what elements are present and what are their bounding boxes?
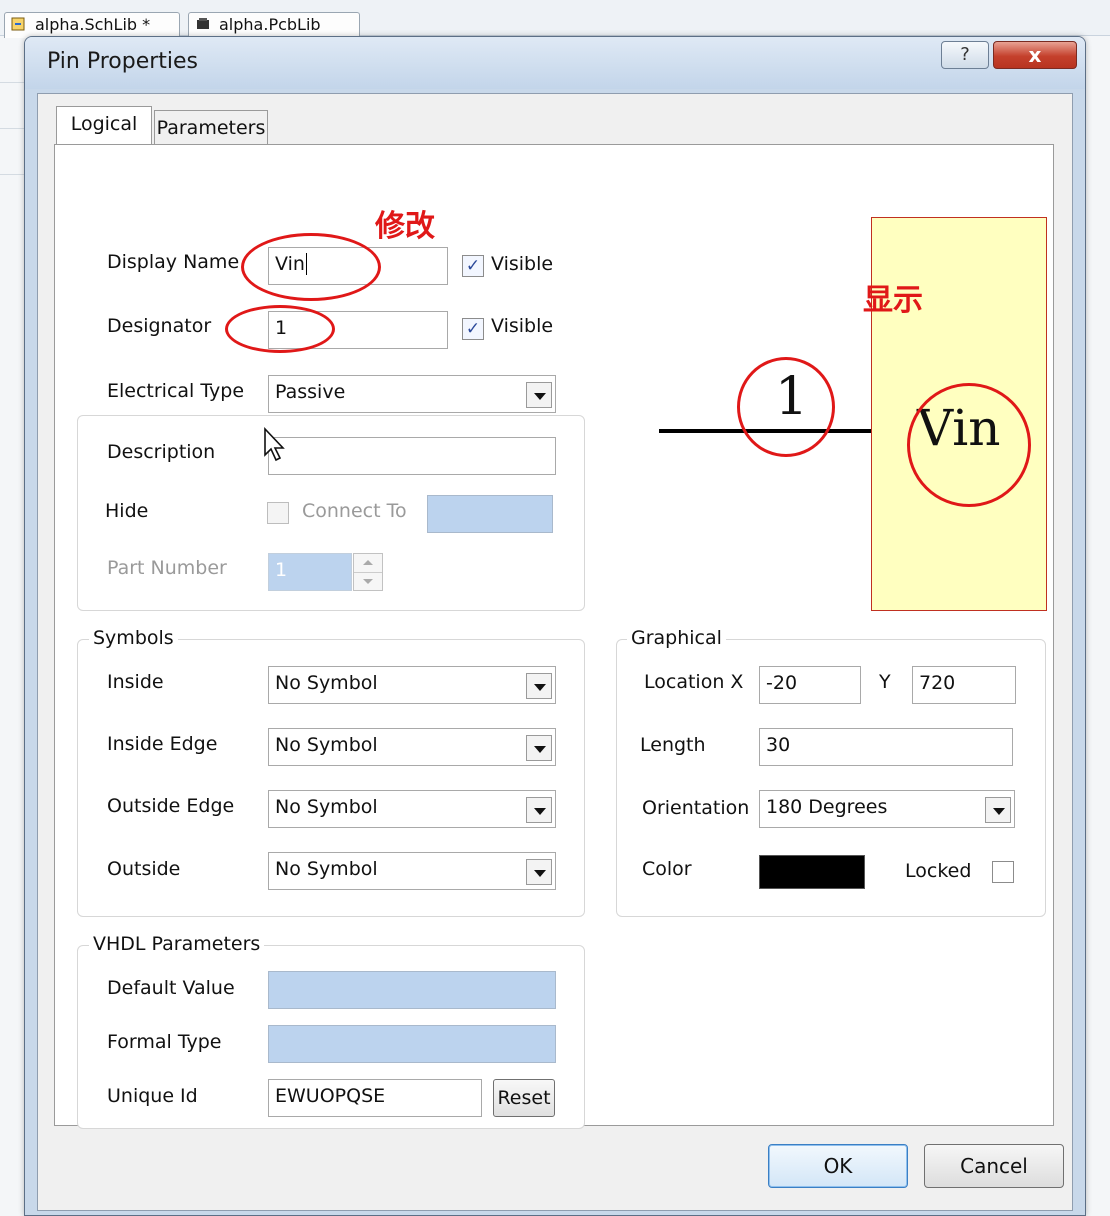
- inside-edge-symbol-select[interactable]: No Symbol: [268, 728, 556, 766]
- help-button[interactable]: ?: [941, 41, 989, 69]
- annotation-ellipse-designator: [225, 305, 335, 353]
- spin-down-icon[interactable]: [363, 579, 373, 584]
- description-label: Description: [107, 441, 216, 463]
- annotation-ellipse-display-name: [241, 233, 381, 301]
- location-y-label: Y: [879, 671, 891, 693]
- document-tab-pcblib[interactable]: alpha.PcbLib: [188, 12, 360, 38]
- document-tab-schlib[interactable]: alpha.SchLib *: [4, 12, 180, 38]
- chevron-down-icon[interactable]: [526, 735, 552, 761]
- outside-label: Outside: [107, 858, 181, 880]
- tab-label: Parameters: [156, 117, 266, 139]
- part-number-label: Part Number: [107, 557, 227, 579]
- inside-label: Inside: [107, 671, 164, 693]
- default-value-input[interactable]: [268, 971, 556, 1009]
- spinner-divider: [354, 572, 382, 573]
- part-number-input[interactable]: 1: [268, 553, 352, 591]
- mouse-pointer-icon: [263, 426, 289, 467]
- reset-button[interactable]: Reset: [493, 1079, 555, 1117]
- color-label: Color: [642, 858, 692, 880]
- formal-type-input[interactable]: [268, 1025, 556, 1063]
- length-label: Length: [640, 734, 706, 756]
- annotation-modify: 修改: [375, 209, 435, 244]
- hide-checkbox[interactable]: [267, 502, 289, 524]
- spin-up-icon[interactable]: [363, 560, 373, 565]
- orientation-label: Orientation: [642, 797, 750, 819]
- display-name-label: Display Name: [107, 251, 240, 273]
- formal-type-label: Formal Type: [107, 1031, 222, 1053]
- designator-visible-checkbox[interactable]: ✓: [462, 318, 484, 340]
- description-input[interactable]: [268, 437, 556, 475]
- electrical-type-label: Electrical Type: [107, 380, 245, 402]
- chevron-down-icon[interactable]: [526, 673, 552, 699]
- electrical-type-select[interactable]: Passive: [268, 375, 556, 413]
- tab-parameters[interactable]: Parameters: [154, 110, 268, 144]
- default-value-label: Default Value: [107, 977, 235, 999]
- hide-label: Hide: [105, 500, 149, 522]
- ok-button[interactable]: OK: [768, 1144, 908, 1188]
- document-tab-label: alpha.PcbLib: [219, 15, 321, 34]
- vhdl-parameters-title: VHDL Parameters: [89, 933, 265, 955]
- color-swatch[interactable]: [759, 855, 865, 889]
- chevron-down-icon[interactable]: [526, 859, 552, 885]
- display-name-visible-checkbox[interactable]: ✓: [462, 255, 484, 277]
- annotation-ellipse-preview-name: [907, 383, 1031, 507]
- inside-symbol-select[interactable]: No Symbol: [268, 666, 556, 704]
- location-y-input[interactable]: 720: [912, 666, 1016, 704]
- location-x-label: Location X: [644, 671, 744, 693]
- outside-edge-symbol-select[interactable]: No Symbol: [268, 790, 556, 828]
- locked-label: Locked: [905, 860, 972, 882]
- length-input[interactable]: 30: [759, 728, 1013, 766]
- close-icon: x: [1028, 43, 1042, 67]
- connect-to-label: Connect To: [302, 500, 407, 522]
- unique-id-label: Unique Id: [107, 1085, 198, 1107]
- part-number-spinner[interactable]: [353, 553, 383, 591]
- location-x-input[interactable]: -20: [759, 666, 861, 704]
- unique-id-input[interactable]: EWUOPQSE: [268, 1079, 482, 1117]
- chevron-down-icon[interactable]: [526, 382, 552, 408]
- pcb-lib-icon: [195, 16, 211, 32]
- connect-to-input[interactable]: [427, 495, 553, 533]
- symbols-group-title: Symbols: [89, 627, 178, 649]
- dialog-client-area: Logical Parameters Display Name Vin ✓ Vi…: [37, 93, 1073, 1211]
- chevron-down-icon[interactable]: [985, 797, 1011, 823]
- dialog-title: Pin Properties: [47, 49, 199, 74]
- chevron-down-icon[interactable]: [526, 797, 552, 823]
- outside-symbol-select[interactable]: No Symbol: [268, 852, 556, 890]
- close-button[interactable]: x: [993, 41, 1077, 69]
- pin-properties-dialog: Pin Properties ? x Logical Parameters Di…: [24, 36, 1086, 1216]
- logical-tab-panel: Display Name Vin ✓ Visible Designator 1 …: [54, 144, 1054, 1129]
- document-tab-label: alpha.SchLib *: [35, 15, 151, 34]
- locked-checkbox[interactable]: [992, 861, 1014, 883]
- cancel-button[interactable]: Cancel: [924, 1144, 1064, 1188]
- visible-label: Visible: [491, 253, 554, 275]
- inside-edge-label: Inside Edge: [107, 733, 218, 755]
- tab-logical[interactable]: Logical: [56, 106, 152, 146]
- tab-label: Logical: [70, 113, 138, 135]
- outside-edge-label: Outside Edge: [107, 795, 235, 817]
- graphical-group-title: Graphical: [627, 627, 726, 649]
- visible-label: Visible: [491, 315, 554, 337]
- annotation-ellipse-preview-designator: [737, 357, 835, 457]
- schematic-lib-icon: [11, 16, 27, 32]
- orientation-select[interactable]: 180 Degrees: [759, 790, 1015, 828]
- annotation-display: 显示: [863, 283, 923, 318]
- designator-label: Designator: [107, 315, 212, 337]
